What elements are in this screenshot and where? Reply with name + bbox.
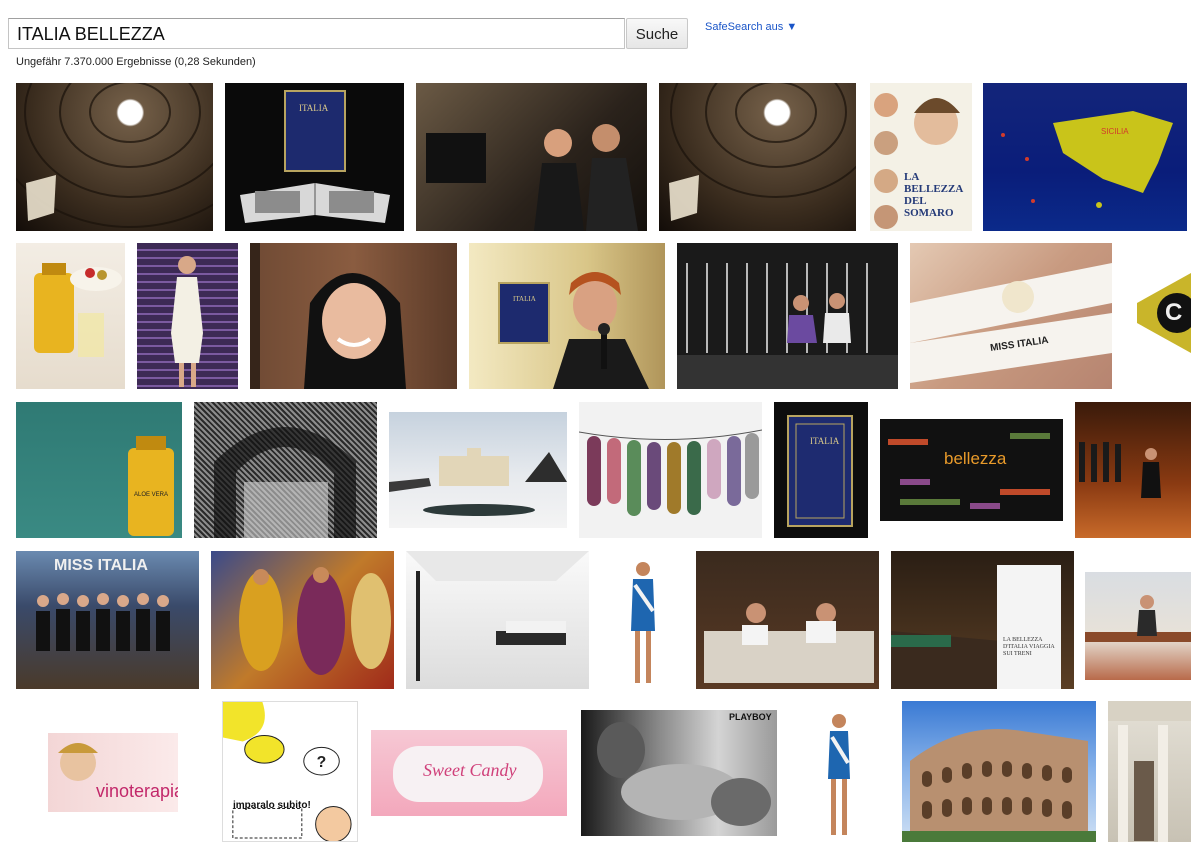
image-result-woman-bench-sea[interactable] [1085, 572, 1191, 680]
image-result-stage-contestants[interactable] [1075, 402, 1191, 538]
result-stats: Ungefähr 7.370.000 Ergebnisse (0,28 Seku… [16, 56, 256, 68]
image-result-model-white-dress[interactable] [137, 243, 238, 389]
image-result-miss-italia-sashes[interactable]: MISS ITALIA [910, 243, 1112, 389]
image-result-miss-italia-group[interactable]: MISS ITALIA [16, 551, 199, 689]
image-result-colosseum[interactable] [902, 701, 1096, 842]
dome-coffers-icon [16, 83, 213, 228]
search-input[interactable] [8, 18, 625, 49]
image-result-classical-portico[interactable] [1108, 701, 1191, 842]
svg-text:?: ? [317, 754, 327, 771]
image-result-aloe-drink-breakfast[interactable] [16, 243, 125, 389]
image-result-woman-smiling-portrait[interactable] [250, 243, 457, 389]
image-result-pantheon-dome-2[interactable] [659, 83, 856, 231]
image-result-dancers-painting[interactable] [211, 551, 394, 689]
image-result-model-swimsuit-2[interactable] [812, 709, 865, 840]
search-button[interactable]: Suche [626, 18, 688, 49]
image-result-aloe-vera-gel[interactable]: ALOE VERA [16, 402, 182, 538]
image-result-model-swimsuit-1[interactable] [611, 551, 674, 689]
image-result-train-station[interactable]: LA BELLEZZA D'ITALIA VIAGGIA SUI TRENI [891, 551, 1074, 689]
image-result-playboy-bw[interactable]: PLAYBOY [581, 710, 777, 836]
image-result-sicily-map[interactable]: SICILIA [983, 83, 1187, 231]
image-result-bw-arch-etching[interactable] [194, 402, 377, 538]
image-result-movie-poster[interactable]: LA BELLEZZA DEL SOMARO [870, 83, 972, 231]
image-result-italia-book-open[interactable]: ITALIA [225, 83, 404, 231]
image-result-vinoterapia-ad[interactable]: vinoterapia [48, 733, 178, 812]
image-result-word-cloud[interactable]: bellezza [880, 419, 1063, 521]
image-result-sweet-candy[interactable]: Sweet Candy [371, 730, 567, 816]
image-result-woman-microphone[interactable]: ITALIA [469, 243, 665, 389]
image-result-pantheon-dome-1[interactable] [16, 83, 213, 231]
image-result-logo-partial[interactable]: C [1127, 243, 1191, 389]
image-result-clothesline-condoms[interactable] [579, 402, 762, 538]
image-result-italia-book-closed[interactable]: ITALIA [774, 402, 868, 538]
image-result-comic-speech[interactable]: ? imparalo subito! [222, 701, 358, 842]
image-result-women-sitting-shutter[interactable] [677, 243, 898, 389]
image-result-villa-snow[interactable] [389, 412, 567, 528]
image-result-camera-interview[interactable] [416, 83, 647, 231]
image-result-couple-in-bed[interactable] [696, 551, 879, 689]
image-result-white-bedroom[interactable] [406, 551, 589, 689]
safesearch-toggle[interactable]: SafeSearch aus ▼ [705, 21, 797, 33]
